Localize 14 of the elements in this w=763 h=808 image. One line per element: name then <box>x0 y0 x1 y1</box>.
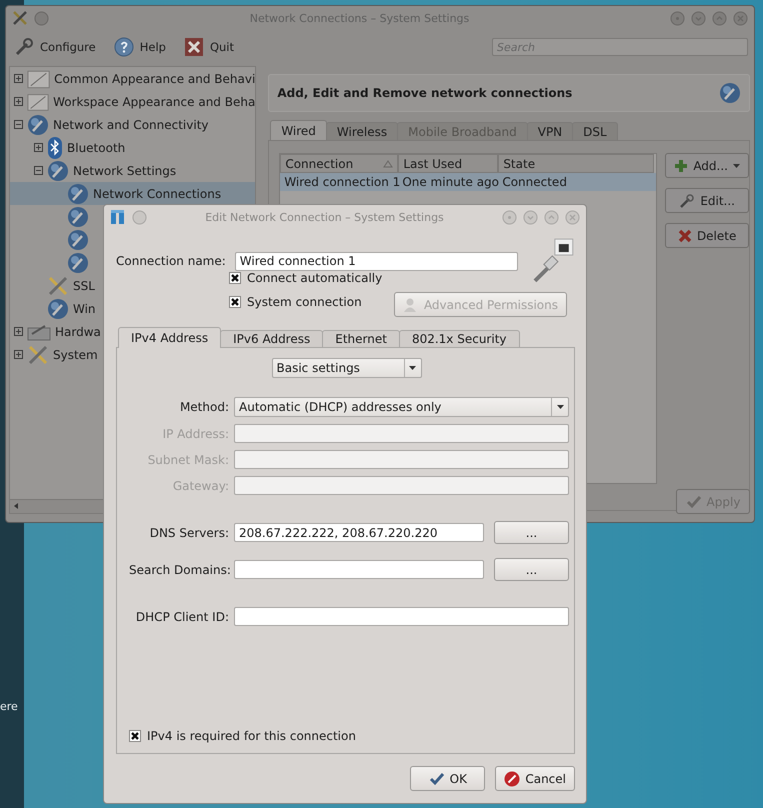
desktop-text: ere <box>0 700 18 713</box>
field-label: IP Address: <box>162 426 229 440</box>
field-label: DNS Servers: <box>148 526 229 540</box>
field-label: Method: <box>178 400 229 414</box>
window-title: Edit Network Connection – System Settings <box>204 210 445 224</box>
header-text: Add, Edit and Remove network connections <box>277 86 572 100</box>
field-label: Connection name: <box>116 254 226 268</box>
field-label: DHCP Client ID: <box>134 610 229 624</box>
checkbox-label: Connect automatically <box>247 271 382 285</box>
field-label: Gateway: <box>172 478 229 492</box>
field-label: Subnet Mask: <box>146 452 229 466</box>
field-label: Search Domains: <box>129 562 229 576</box>
checkbox-label: System connection <box>247 295 362 309</box>
checkbox-label: IPv4 is required for this connection <box>147 729 356 743</box>
